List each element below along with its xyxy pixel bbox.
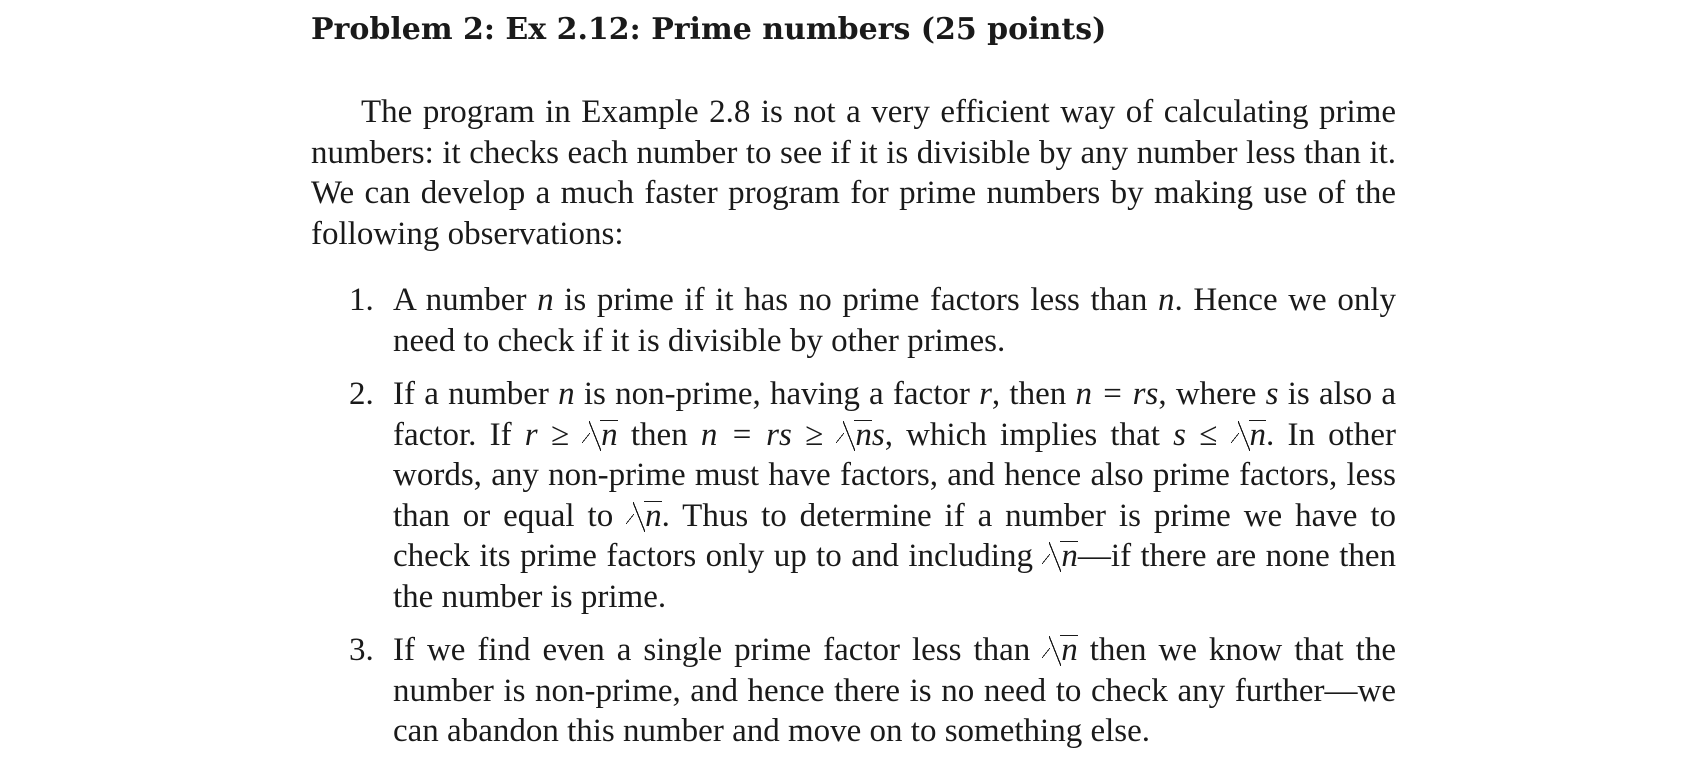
text-run: then [617,416,701,453]
sqrt-n: n [1230,415,1266,456]
math-variable: n [558,376,575,412]
sqrt-n: n [582,415,618,456]
list-number: 2. [349,376,374,412]
problem-title: Problem 2: Ex 2.12: Prime numbers (25 po… [311,12,1107,47]
observation-text: If we find even a single prime factor le… [393,630,1396,752]
sqrt-n: n [1042,630,1078,671]
intro-paragraph: The program in Example 2.8 is not a very… [311,94,1396,252]
observation-text: A number n is prime if it has no prime f… [393,280,1396,361]
text-run: If a number [393,376,559,412]
list-number: 3. [349,632,374,668]
math-expression: n = rs ≥ [700,416,837,453]
text-run: If we find even a single prime factor le… [393,632,1043,668]
math-expression: r ≥ [524,416,583,453]
sqrt-n: n [836,415,872,456]
text-run: is non-prime, having a factor [574,376,980,412]
math-expression: s ≤ [1173,416,1231,453]
math-variable: s [1265,376,1279,412]
sqrt-n: n [1042,536,1078,577]
math-variable: s [871,416,885,453]
observation-text: If a number n is non-prime, having a fac… [393,374,1396,617]
text-run: A number [393,282,538,318]
text-run: is prime if it has no prime factors less… [553,282,1158,318]
text-run: , then [991,376,1076,412]
math-variable: r [979,376,992,412]
math-expression: n = rs [1075,376,1159,412]
text-run: , which implies that [884,416,1174,453]
list-number: 1. [349,282,374,318]
math-variable: n [1157,282,1175,318]
math-variable: n [537,282,554,318]
text-run: , where [1158,376,1266,412]
sqrt-n: n [626,496,662,537]
